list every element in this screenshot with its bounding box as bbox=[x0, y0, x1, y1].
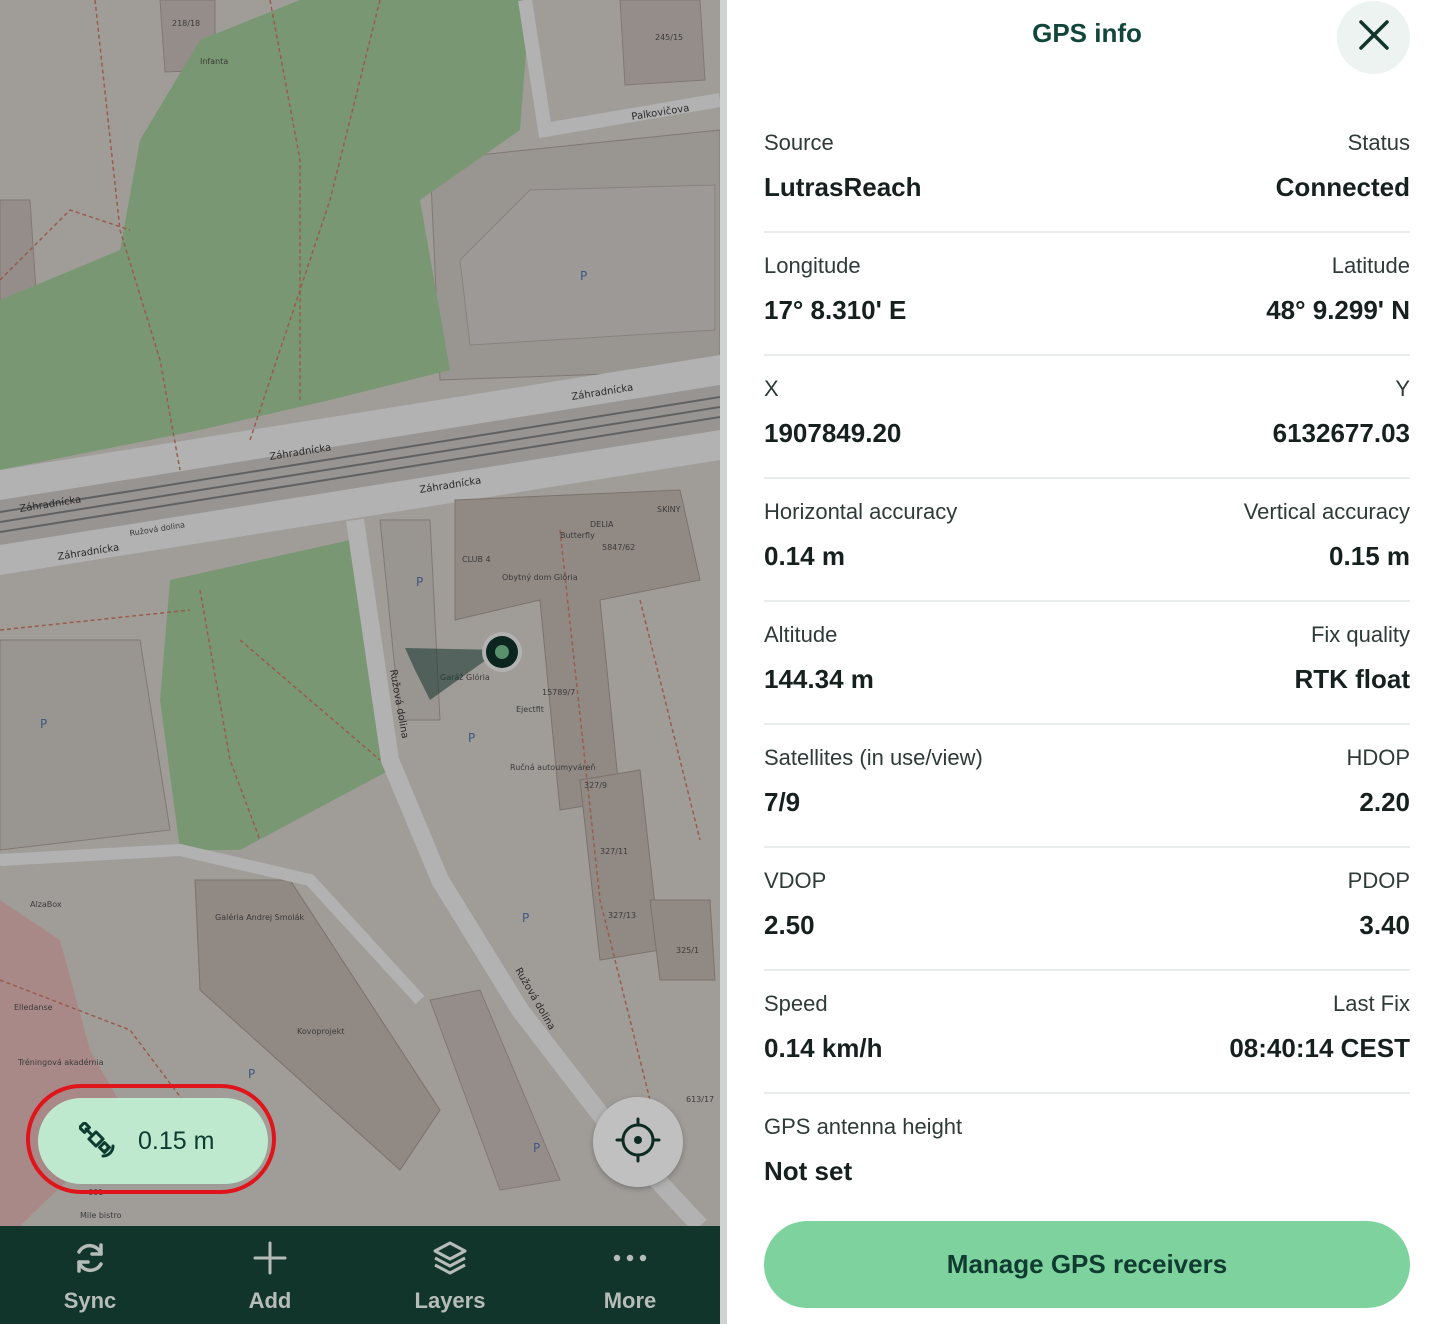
label-last-fix: Last Fix bbox=[1332, 991, 1410, 1016]
value-source: LutrasReach bbox=[764, 172, 922, 202]
info-row-speed-lastfix: Speed 0.14 km/h Last Fix 08:40:14 CEST bbox=[764, 971, 1410, 1094]
nav-layers-label: Layers bbox=[414, 1288, 486, 1313]
annotation-highlight-ring bbox=[26, 1084, 276, 1194]
more-dots-icon bbox=[612, 1238, 648, 1278]
map-screen: Záhradnícka Záhradnícka Záhradnícka Záhr… bbox=[0, 0, 720, 1324]
nav-add-label: Add bbox=[248, 1288, 292, 1313]
layers-icon bbox=[432, 1238, 468, 1278]
label-altitude: Altitude bbox=[764, 622, 838, 647]
map-dim-overlay bbox=[0, 0, 720, 1226]
label-horizontal-accuracy: Horizontal accuracy bbox=[764, 499, 958, 524]
label-status: Status bbox=[1347, 130, 1410, 155]
info-row-altitude-fix: Altitude 144.34 m Fix quality RTK float bbox=[764, 602, 1410, 725]
bottom-navigation: Sync Add Layers More bbox=[0, 1226, 720, 1324]
label-y: Y bbox=[1395, 376, 1410, 401]
label-latitude: Latitude bbox=[1331, 253, 1410, 278]
value-y: 6132677.03 bbox=[1272, 418, 1410, 448]
nav-more-label: More bbox=[603, 1288, 657, 1313]
nav-layers[interactable]: Layers bbox=[360, 1226, 540, 1324]
value-horizontal-accuracy: 0.14 m bbox=[764, 541, 845, 571]
value-satellites: 7/9 bbox=[764, 787, 801, 817]
value-x: 1907849.20 bbox=[764, 418, 902, 448]
info-row-accuracy: Horizontal accuracy 0.14 m Vertical accu… bbox=[764, 479, 1410, 602]
screen-divider bbox=[720, 0, 727, 1324]
value-pdop: 3.40 bbox=[1359, 910, 1410, 940]
label-pdop: PDOP bbox=[1347, 868, 1410, 893]
close-button[interactable] bbox=[1337, 1, 1410, 74]
sync-icon bbox=[72, 1238, 108, 1278]
label-x: X bbox=[764, 376, 779, 401]
value-last-fix: 08:40:14 CEST bbox=[1229, 1033, 1410, 1063]
label-antenna-height: GPS antenna height bbox=[764, 1114, 963, 1139]
value-altitude: 144.34 m bbox=[764, 664, 874, 694]
label-fix-quality: Fix quality bbox=[1310, 622, 1410, 647]
plus-icon bbox=[252, 1238, 288, 1278]
manage-gps-receivers-button[interactable]: Manage GPS receivers bbox=[764, 1221, 1410, 1308]
label-vdop: VDOP bbox=[764, 868, 827, 893]
value-fix-quality: RTK float bbox=[1294, 664, 1410, 694]
label-hdop: HDOP bbox=[1346, 745, 1410, 770]
nav-more[interactable]: More bbox=[540, 1226, 720, 1324]
value-vdop: 2.50 bbox=[764, 910, 815, 940]
nav-add[interactable]: Add bbox=[180, 1226, 360, 1324]
locate-button-dim bbox=[593, 1097, 683, 1187]
label-satellites: Satellites (in use/view) bbox=[764, 745, 983, 770]
value-antenna-height: Not set bbox=[764, 1156, 853, 1186]
info-row-antenna-height: GPS antenna height Not set bbox=[764, 1094, 1410, 1217]
info-row-longitude-latitude: Longitude 17° 8.310' E Latitude 48° 9.29… bbox=[764, 233, 1410, 356]
info-row-source-status: Source LutrasReach Status Connected bbox=[764, 110, 1410, 233]
nav-sync[interactable]: Sync bbox=[0, 1226, 180, 1324]
info-row-satellites-hdop: Satellites (in use/view) 7/9 HDOP 2.20 bbox=[764, 725, 1410, 848]
label-source: Source bbox=[764, 130, 834, 155]
info-row-vdop-pdop: VDOP 2.50 PDOP 3.40 bbox=[764, 848, 1410, 971]
gps-info-panel: GPS info Source LutrasReach Status Conne… bbox=[727, 0, 1447, 1324]
label-vertical-accuracy: Vertical accuracy bbox=[1243, 499, 1410, 524]
label-speed: Speed bbox=[764, 991, 828, 1016]
info-row-x-y: X 1907849.20 Y 6132677.03 bbox=[764, 356, 1410, 479]
value-status: Connected bbox=[1275, 172, 1410, 202]
value-latitude: 48° 9.299' N bbox=[1266, 295, 1410, 325]
value-vertical-accuracy: 0.15 m bbox=[1329, 541, 1410, 571]
nav-sync-label: Sync bbox=[63, 1288, 117, 1313]
value-speed: 0.14 km/h bbox=[764, 1033, 883, 1063]
value-longitude: 17° 8.310' E bbox=[764, 295, 907, 325]
value-hdop: 2.20 bbox=[1359, 787, 1410, 817]
label-longitude: Longitude bbox=[764, 253, 861, 278]
close-icon bbox=[1358, 19, 1390, 56]
